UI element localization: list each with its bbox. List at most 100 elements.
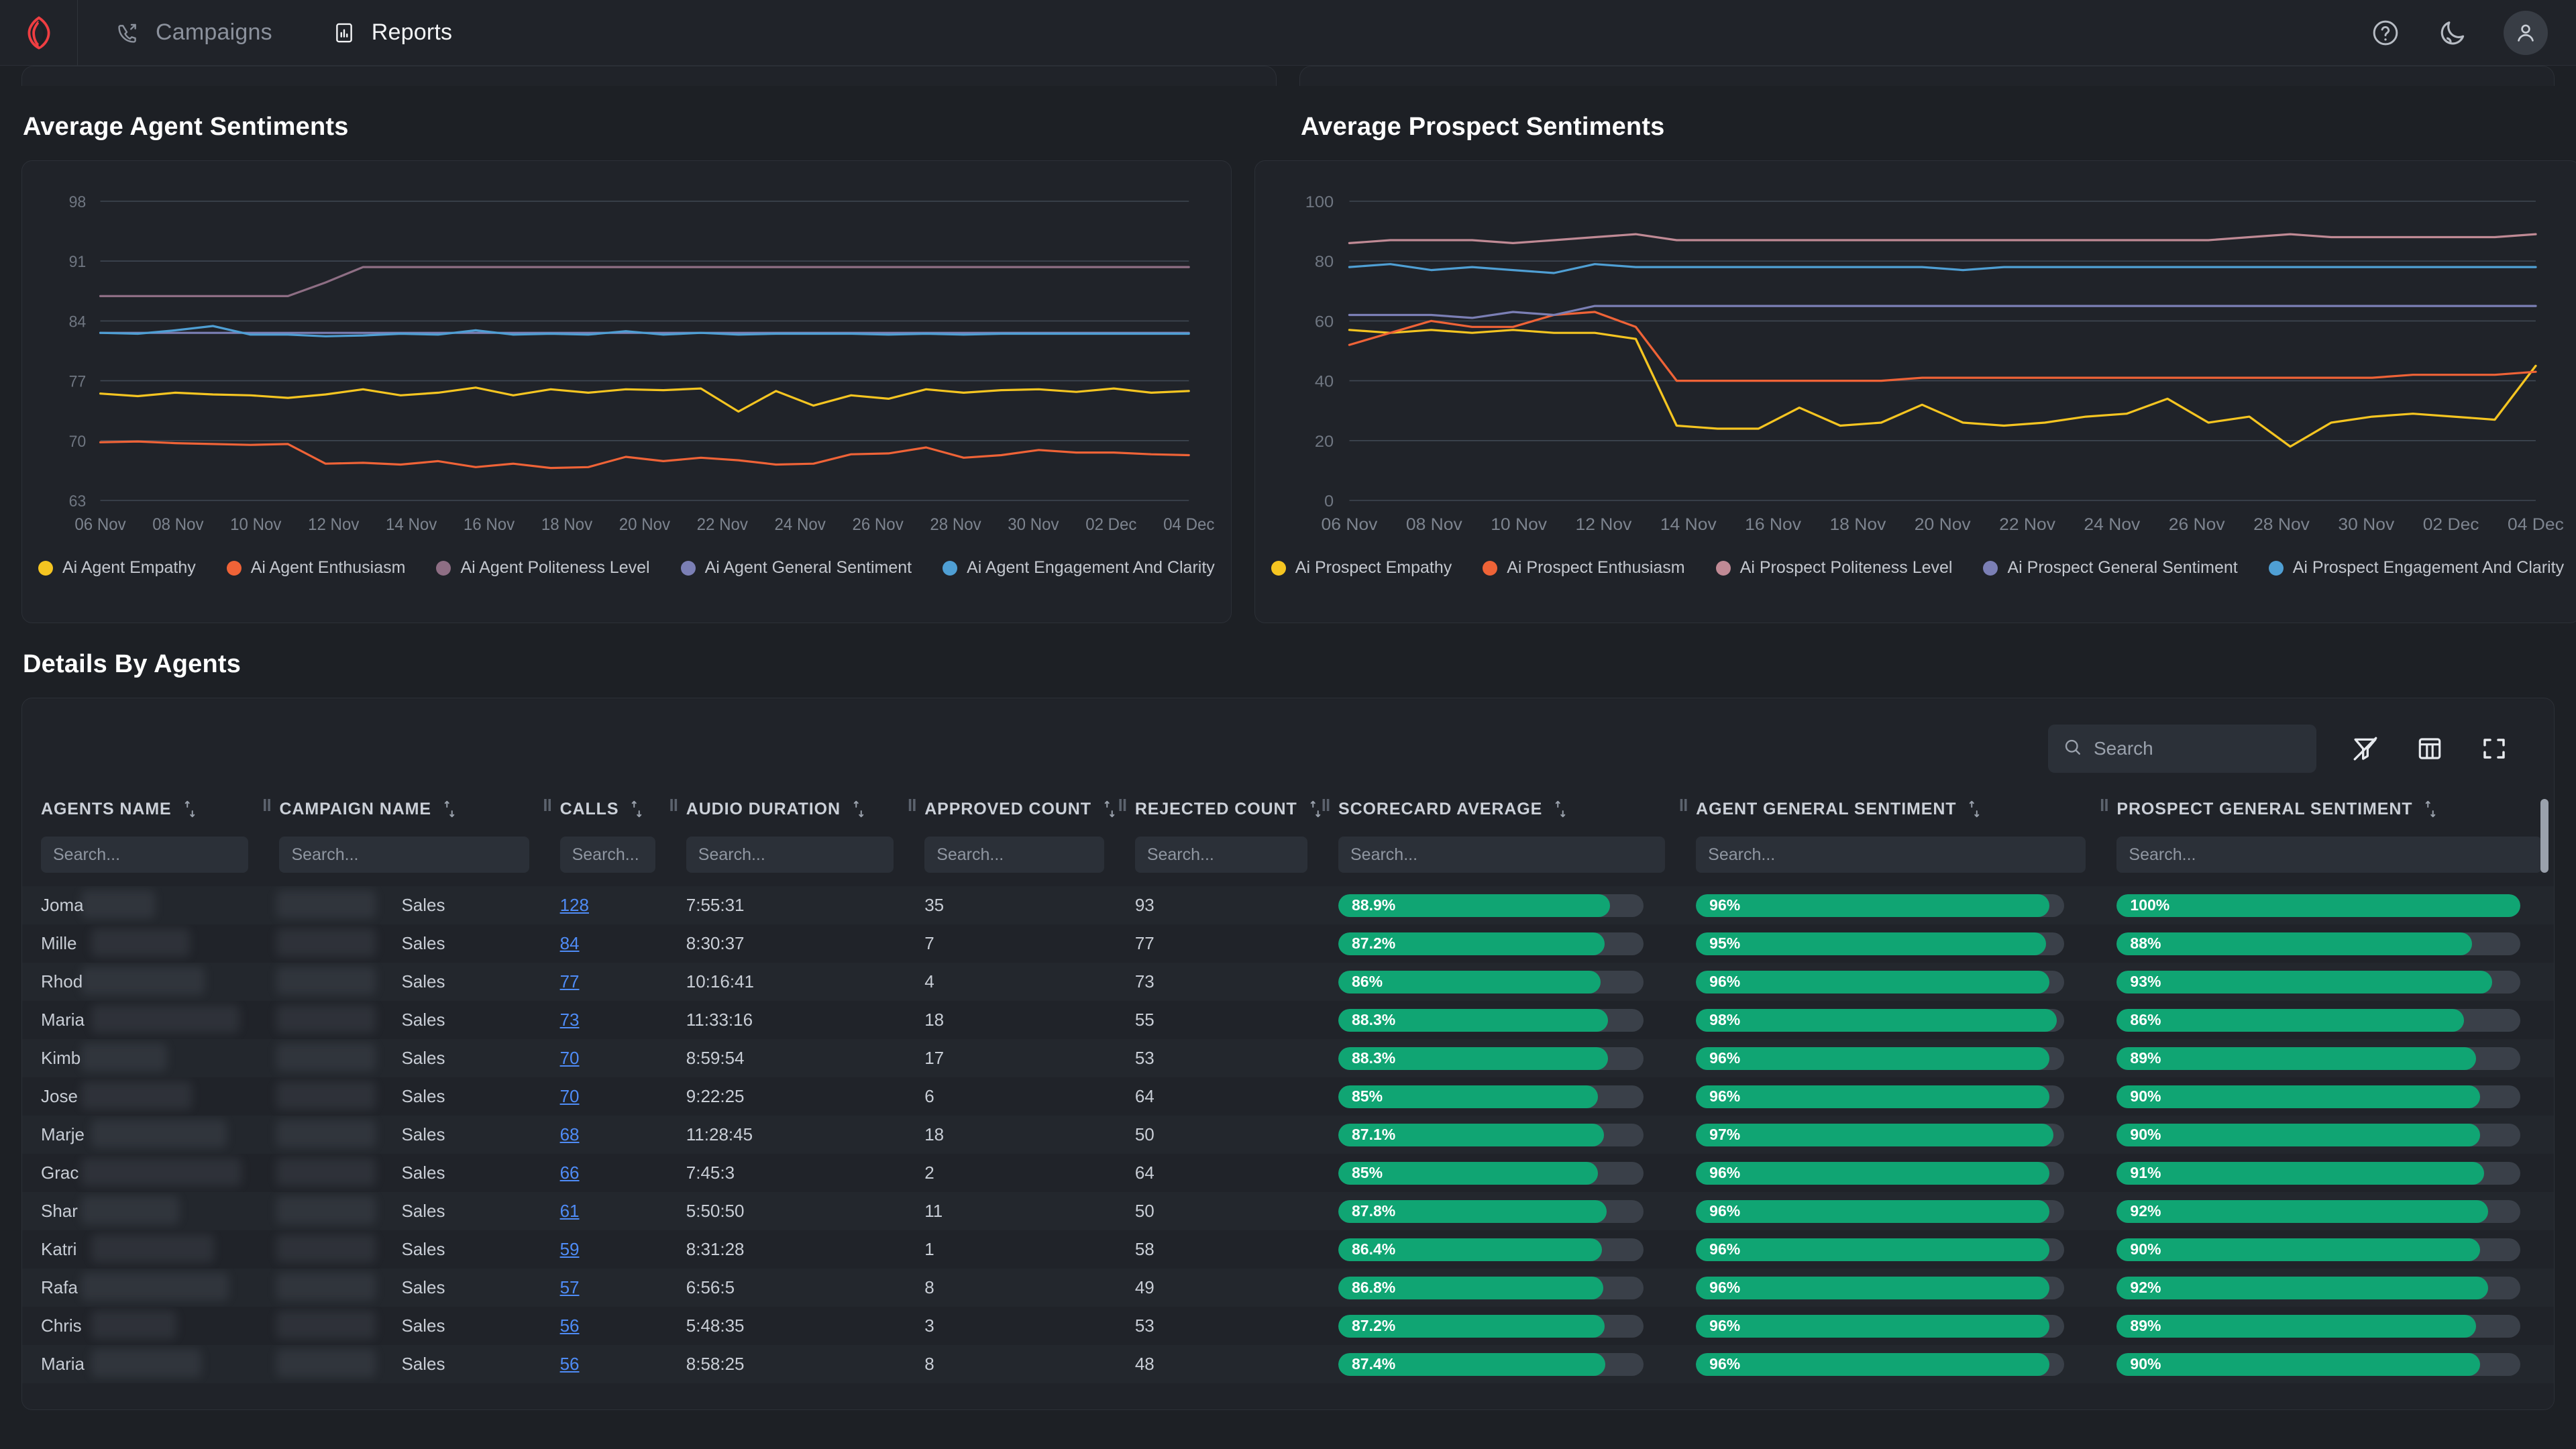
sort-arrows-icon[interactable]	[2423, 799, 2438, 819]
agent-name-text: Maria	[41, 1010, 85, 1030]
column-header-agent_sent[interactable]: ‖AGENT GENERAL SENTIMENT	[1677, 799, 2098, 837]
legend-item[interactable]: Ai Prospect General Sentiment	[1983, 558, 2237, 578]
brand-logo[interactable]	[0, 0, 78, 66]
column-resize-handle[interactable]: ‖	[262, 799, 270, 815]
column-filter-input-duration[interactable]	[686, 837, 894, 873]
table-search-input[interactable]	[2094, 738, 2302, 759]
column-header-prosp_sent[interactable]: ‖PROSPECT GENERAL SENTIMENT	[2098, 799, 2554, 837]
cell-calls[interactable]: 70	[541, 1077, 667, 1116]
moon-dark-mode-icon[interactable]	[2436, 17, 2469, 49]
table-row[interactable]: MariaSales7311:33:16185588.3%98%86%	[22, 1001, 2554, 1039]
column-layout-icon[interactable]	[2414, 733, 2445, 764]
column-filter-input-rejected[interactable]	[1135, 837, 1307, 873]
column-filter-input-scorecard[interactable]	[1338, 837, 1665, 873]
column-resize-handle[interactable]: ‖	[669, 799, 677, 815]
fullscreen-icon[interactable]	[2479, 733, 2510, 764]
calls-count-link[interactable]: 84	[560, 933, 580, 953]
column-header-campaign[interactable]: ‖CAMPAIGN NAME	[260, 799, 541, 837]
calls-count-link[interactable]: 73	[560, 1010, 580, 1030]
calls-count-link[interactable]: 77	[560, 971, 580, 991]
calls-count-link[interactable]: 59	[560, 1239, 580, 1259]
cell-calls[interactable]: 77	[541, 963, 667, 1001]
table-row[interactable]: MariaSales568:58:2584887.4%96%90%	[22, 1345, 2554, 1383]
legend-item[interactable]: Ai Prospect Engagement And Clarity	[2269, 558, 2564, 578]
table-row[interactable]: GracSales667:45:326485%96%91%	[22, 1154, 2554, 1192]
table-row[interactable]: MarjeSales6811:28:45185087.1%97%90%	[22, 1116, 2554, 1154]
cell-calls[interactable]: 70	[541, 1039, 667, 1077]
cell-audio-duration: 5:48:35	[667, 1307, 906, 1345]
calls-count-link[interactable]: 56	[560, 1354, 580, 1374]
nav-item-reports[interactable]: Reports	[331, 0, 452, 66]
sort-arrows-icon[interactable]	[1102, 799, 1117, 819]
column-header-duration[interactable]: ‖ AUDIO DURATION	[667, 799, 906, 837]
legend-item[interactable]: Ai Agent Politeness Level	[436, 558, 649, 578]
table-row[interactable]: RafaSales576:56:584986.8%96%92%	[22, 1269, 2554, 1307]
legend-item[interactable]: Ai Agent Empathy	[38, 558, 196, 578]
calls-count-link[interactable]: 70	[560, 1048, 580, 1068]
column-filter-input-agent[interactable]	[41, 837, 248, 873]
column-resize-handle[interactable]: ‖	[1678, 799, 1686, 815]
calls-count-link[interactable]: 56	[560, 1316, 580, 1336]
legend-item[interactable]: Ai Prospect Enthusiasm	[1483, 558, 1684, 578]
legend-item[interactable]: Ai Prospect Politeness Level	[1716, 558, 1953, 578]
table-row[interactable]: ChrisSales565:48:3535387.2%96%89%	[22, 1307, 2554, 1345]
table-row[interactable]: RhodSales7710:16:4147386%96%93%	[22, 963, 2554, 1001]
redacted-name-blur	[91, 1234, 214, 1263]
calls-count-link[interactable]: 128	[560, 895, 589, 915]
calls-count-link[interactable]: 66	[560, 1163, 580, 1183]
cell-calls[interactable]: 59	[541, 1230, 667, 1269]
column-resize-handle[interactable]: ‖	[2099, 799, 2107, 815]
column-filter-input-calls[interactable]	[560, 837, 655, 873]
column-filter-input-prosp_sent[interactable]	[2116, 837, 2542, 873]
table-row[interactable]: KatriSales598:31:2815886.4%96%90%	[22, 1230, 2554, 1269]
column-filter-input-agent_sent[interactable]	[1696, 837, 2086, 873]
cell-calls[interactable]: 68	[541, 1116, 667, 1154]
cell-calls[interactable]: 128	[541, 886, 667, 924]
nav-item-campaigns[interactable]: Campaigns	[115, 0, 272, 66]
sort-arrows-icon[interactable]	[1553, 799, 1568, 819]
calls-count-link[interactable]: 57	[560, 1277, 580, 1297]
column-resize-handle[interactable]: ‖	[907, 799, 915, 815]
legend-item[interactable]: Ai Agent Enthusiasm	[227, 558, 406, 578]
table-row[interactable]: JoseSales709:22:2566485%96%90%	[22, 1077, 2554, 1116]
column-filter-input-campaign[interactable]	[279, 837, 529, 873]
sort-arrows-icon[interactable]	[442, 799, 457, 819]
column-resize-handle[interactable]: ‖	[1118, 799, 1126, 815]
sort-arrows-icon[interactable]	[851, 799, 866, 819]
cell-calls[interactable]: 61	[541, 1192, 667, 1230]
column-header-agent[interactable]: AGENTS NAME	[22, 799, 260, 837]
user-avatar-icon[interactable]	[2504, 11, 2548, 55]
cell-calls[interactable]: 57	[541, 1269, 667, 1307]
cell-calls[interactable]: 66	[541, 1154, 667, 1192]
sort-arrows-icon[interactable]	[629, 799, 644, 819]
sort-arrows-icon[interactable]	[1967, 799, 1982, 819]
column-header-approved[interactable]: ‖APPROVED COUNT	[906, 799, 1116, 837]
table-row[interactable]: KimbSales708:59:54175388.3%96%89%	[22, 1039, 2554, 1077]
column-resize-handle[interactable]: ‖	[1321, 799, 1329, 815]
table-row[interactable]: MilleSales848:30:3777787.2%95%88%	[22, 924, 2554, 963]
table-row[interactable]: SharSales615:50:50115087.8%96%92%	[22, 1192, 2554, 1230]
sort-arrows-icon[interactable]	[182, 799, 197, 819]
progress-value-label: 85%	[1338, 1164, 1383, 1182]
legend-item[interactable]: Ai Agent Engagement And Clarity	[943, 558, 1215, 578]
column-header-scorecard[interactable]: ‖SCORECARD AVERAGE	[1320, 799, 1677, 837]
table-search-box[interactable]	[2048, 724, 2316, 773]
legend-item[interactable]: Ai Agent General Sentiment	[681, 558, 912, 578]
filter-off-icon[interactable]	[2350, 733, 2381, 764]
column-header-rejected[interactable]: ‖REJECTED COUNT	[1116, 799, 1320, 837]
table-row[interactable]: JomaSales1287:55:31359388.9%96%100%	[22, 886, 2554, 924]
legend-item[interactable]: Ai Prospect Empathy	[1271, 558, 1452, 578]
column-header-label: AUDIO DURATION	[686, 800, 841, 819]
column-header-calls[interactable]: ‖CALLS	[541, 799, 667, 837]
column-filter-input-approved[interactable]	[924, 837, 1104, 873]
cell-calls[interactable]: 84	[541, 924, 667, 963]
calls-count-link[interactable]: 68	[560, 1124, 580, 1144]
calls-count-link[interactable]: 61	[560, 1201, 580, 1221]
cell-calls[interactable]: 56	[541, 1307, 667, 1345]
help-circle-icon[interactable]	[2369, 17, 2402, 49]
cell-calls[interactable]: 56	[541, 1345, 667, 1383]
column-resize-handle[interactable]: ‖	[543, 799, 551, 815]
calls-count-link[interactable]: 70	[560, 1086, 580, 1106]
cell-calls[interactable]: 73	[541, 1001, 667, 1039]
table-vertical-scrollbar[interactable]	[2540, 799, 2548, 873]
